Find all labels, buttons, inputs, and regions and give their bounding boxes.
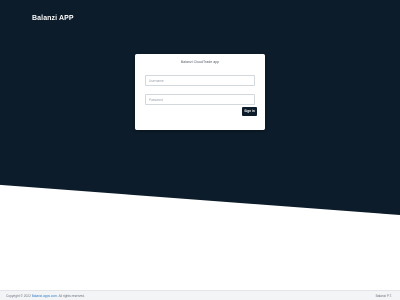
sign-in-button[interactable]: Sign in	[242, 107, 257, 116]
app-title: Balanzi APP	[32, 15, 74, 22]
footer-copyright: Copyright © 2022 Balanzi.apps.com. All r…	[6, 294, 85, 298]
footer-company-name: Balanzi P.T.	[375, 294, 392, 298]
username-input[interactable]	[145, 75, 255, 86]
copyright-suffix: . All rights reserved.	[56, 294, 85, 298]
login-card-title: Balanzi CloudTrade app	[180, 60, 220, 64]
login-card: Balanzi CloudTrade app Sign in	[135, 54, 265, 130]
footer-company-link[interactable]: Balanzi.apps.com	[32, 294, 57, 298]
footer: Copyright © 2022 Balanzi.apps.com. All r…	[0, 290, 400, 300]
copyright-prefix: Copyright © 2022	[6, 294, 31, 298]
password-input[interactable]	[145, 94, 255, 105]
